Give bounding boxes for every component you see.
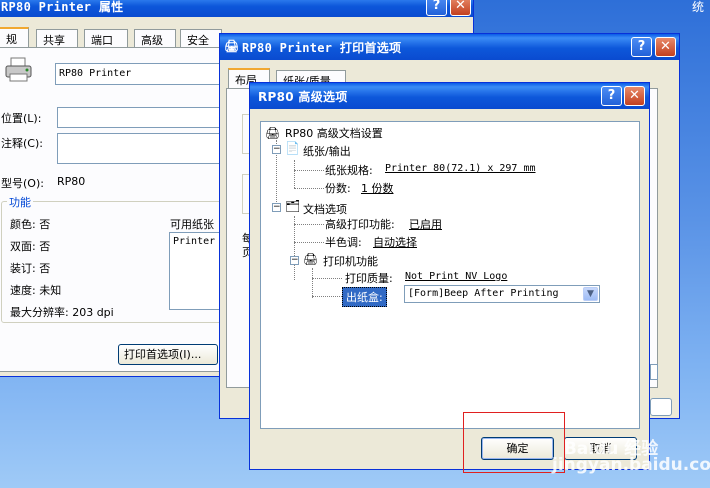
printer-features-icon: 🖨 <box>303 252 319 266</box>
tree-guide <box>294 188 324 189</box>
feature-speed: 速度: 未知 <box>10 284 62 297</box>
collapse-printer-features[interactable]: − <box>290 256 299 265</box>
location-label: 位置(L): <box>1 112 42 125</box>
tree-guide <box>294 216 295 280</box>
printer-icon <box>5 57 33 83</box>
tab-security[interactable]: 安全 <box>180 29 222 47</box>
tree-guide <box>312 296 342 297</box>
paper-available-label: 可用纸张 <box>170 218 214 231</box>
tab-advanced[interactable]: 高级 <box>134 29 176 47</box>
feature-max-resolution: 最大分辨率: 203 dpi <box>10 306 114 319</box>
properties-titlebar: RP80 Printer 属性 ? ✕ <box>0 0 473 17</box>
preferences-titlebar: 🖨 RP80 Printer 打印首选项 ? ✕ <box>220 34 679 60</box>
tree-guide <box>312 268 313 298</box>
watermark-text: Baidu 经验 jingyan.baidu.com <box>552 439 710 475</box>
paper-size-value[interactable]: Printer 80(72.1) x 297 mm <box>385 163 536 174</box>
close-button[interactable]: ✕ <box>450 0 471 16</box>
feature-staple: 装订: 否 <box>10 262 51 275</box>
comment-field[interactable] <box>57 133 237 164</box>
copies-text: 1 份数 <box>361 182 394 195</box>
paper-size-label: 纸张规格: <box>325 164 373 177</box>
tree-guide <box>294 160 295 188</box>
paper-output-icon: 📄 <box>285 141 300 155</box>
copies-label: 份数: <box>325 182 351 195</box>
printer-features-label: 打印机功能 <box>323 255 378 268</box>
tab-general[interactable]: 规 <box>0 27 29 47</box>
document-settings-icon: 🖨 <box>265 126 281 140</box>
desktop-corner-text: 统 <box>691 0 704 14</box>
paper-size-text: Printer 80(72.1) x 297 mm <box>385 163 536 174</box>
print-preferences-button[interactable]: 打印首选项(I)... <box>118 344 218 365</box>
output-tray-value: [Form]Beep After Printing <box>408 288 559 299</box>
halftone-text: 自动选择 <box>373 236 417 249</box>
model-label: 型号(O): <box>1 177 44 190</box>
tab-sharing[interactable]: 共享 <box>36 29 78 47</box>
printer-name-value: RP80 Printer <box>59 68 132 79</box>
document-options-icon: 🗂 <box>285 199 301 213</box>
document-options-label: 文档选项 <box>303 203 347 216</box>
partial-button-right[interactable] <box>650 364 658 380</box>
print-quality-text: Not Print NV Logo <box>405 271 508 282</box>
tab-ports[interactable]: 端口 <box>84 29 128 47</box>
advanced-printing-text: 已启用 <box>409 218 442 231</box>
preferences-printer-icon: 🖨 <box>224 39 240 53</box>
chevron-down-icon[interactable]: ▼ <box>583 287 598 301</box>
tree-root-label: RP80 高级文档设置 <box>285 127 383 140</box>
annotation-highlight-box <box>463 412 565 473</box>
tree-guide <box>294 242 324 243</box>
location-field[interactable] <box>57 107 237 128</box>
advanced-title: RP80 高级选项 <box>258 90 348 104</box>
tree-guide <box>294 170 324 171</box>
advanced-options-dialog: RP80 高级选项 ? ✕ 🖨 RP80 高级文档设置 − 📄 纸张/输出 纸张… <box>249 82 650 470</box>
comment-label: 注释(C): <box>1 137 43 150</box>
copies-value[interactable]: 1 份数 <box>361 180 394 196</box>
halftone-value[interactable]: 自动选择 <box>373 234 417 250</box>
preferences-close-button[interactable]: ✕ <box>655 37 676 57</box>
advanced-help-button[interactable]: ? <box>601 86 622 106</box>
output-tray-select[interactable]: [Form]Beep After Printing ▼ <box>404 285 600 303</box>
preferences-title: RP80 Printer 打印首选项 <box>242 41 402 55</box>
model-value: RP80 <box>57 175 86 188</box>
collapse-paper-output[interactable]: − <box>272 145 281 154</box>
advanced-printing-value[interactable]: 已启用 <box>409 216 442 232</box>
feature-duplex: 双面: 否 <box>10 240 51 253</box>
print-quality-label: 打印质量: <box>345 272 393 285</box>
preferences-help-button[interactable]: ? <box>631 37 652 57</box>
halftone-label: 半色调: <box>325 236 362 249</box>
advanced-printing-label: 高级打印功能: <box>325 218 395 231</box>
collapse-document-options[interactable]: − <box>272 203 281 212</box>
printer-name-field[interactable]: RP80 Printer <box>55 63 235 85</box>
settings-tree[interactable]: 🖨 RP80 高级文档设置 − 📄 纸张/输出 纸张规格: Printer 80… <box>260 121 640 429</box>
partial-button-right-2[interactable] <box>650 398 672 416</box>
output-tray-label: 出纸盒: <box>342 287 387 307</box>
baidu-watermark: Baidu 经验 jingyan.baidu.com <box>552 425 710 475</box>
paper-available-item: Printer <box>173 236 216 247</box>
feature-color: 颜色: 否 <box>10 218 51 231</box>
window-title: RP80 Printer 属性 <box>1 0 124 14</box>
features-title: 功能 <box>7 194 33 210</box>
print-preferences-label: 打印首选项(I)... <box>124 348 202 361</box>
advanced-close-button[interactable]: ✕ <box>624 86 645 106</box>
tree-guide <box>312 278 342 279</box>
paper-output-label: 纸张/输出 <box>303 145 351 158</box>
print-quality-value[interactable]: Not Print NV Logo <box>405 271 507 282</box>
advanced-titlebar: RP80 高级选项 ? ✕ <box>250 83 649 109</box>
help-button[interactable]: ? <box>426 0 447 16</box>
tree-guide <box>294 224 324 225</box>
